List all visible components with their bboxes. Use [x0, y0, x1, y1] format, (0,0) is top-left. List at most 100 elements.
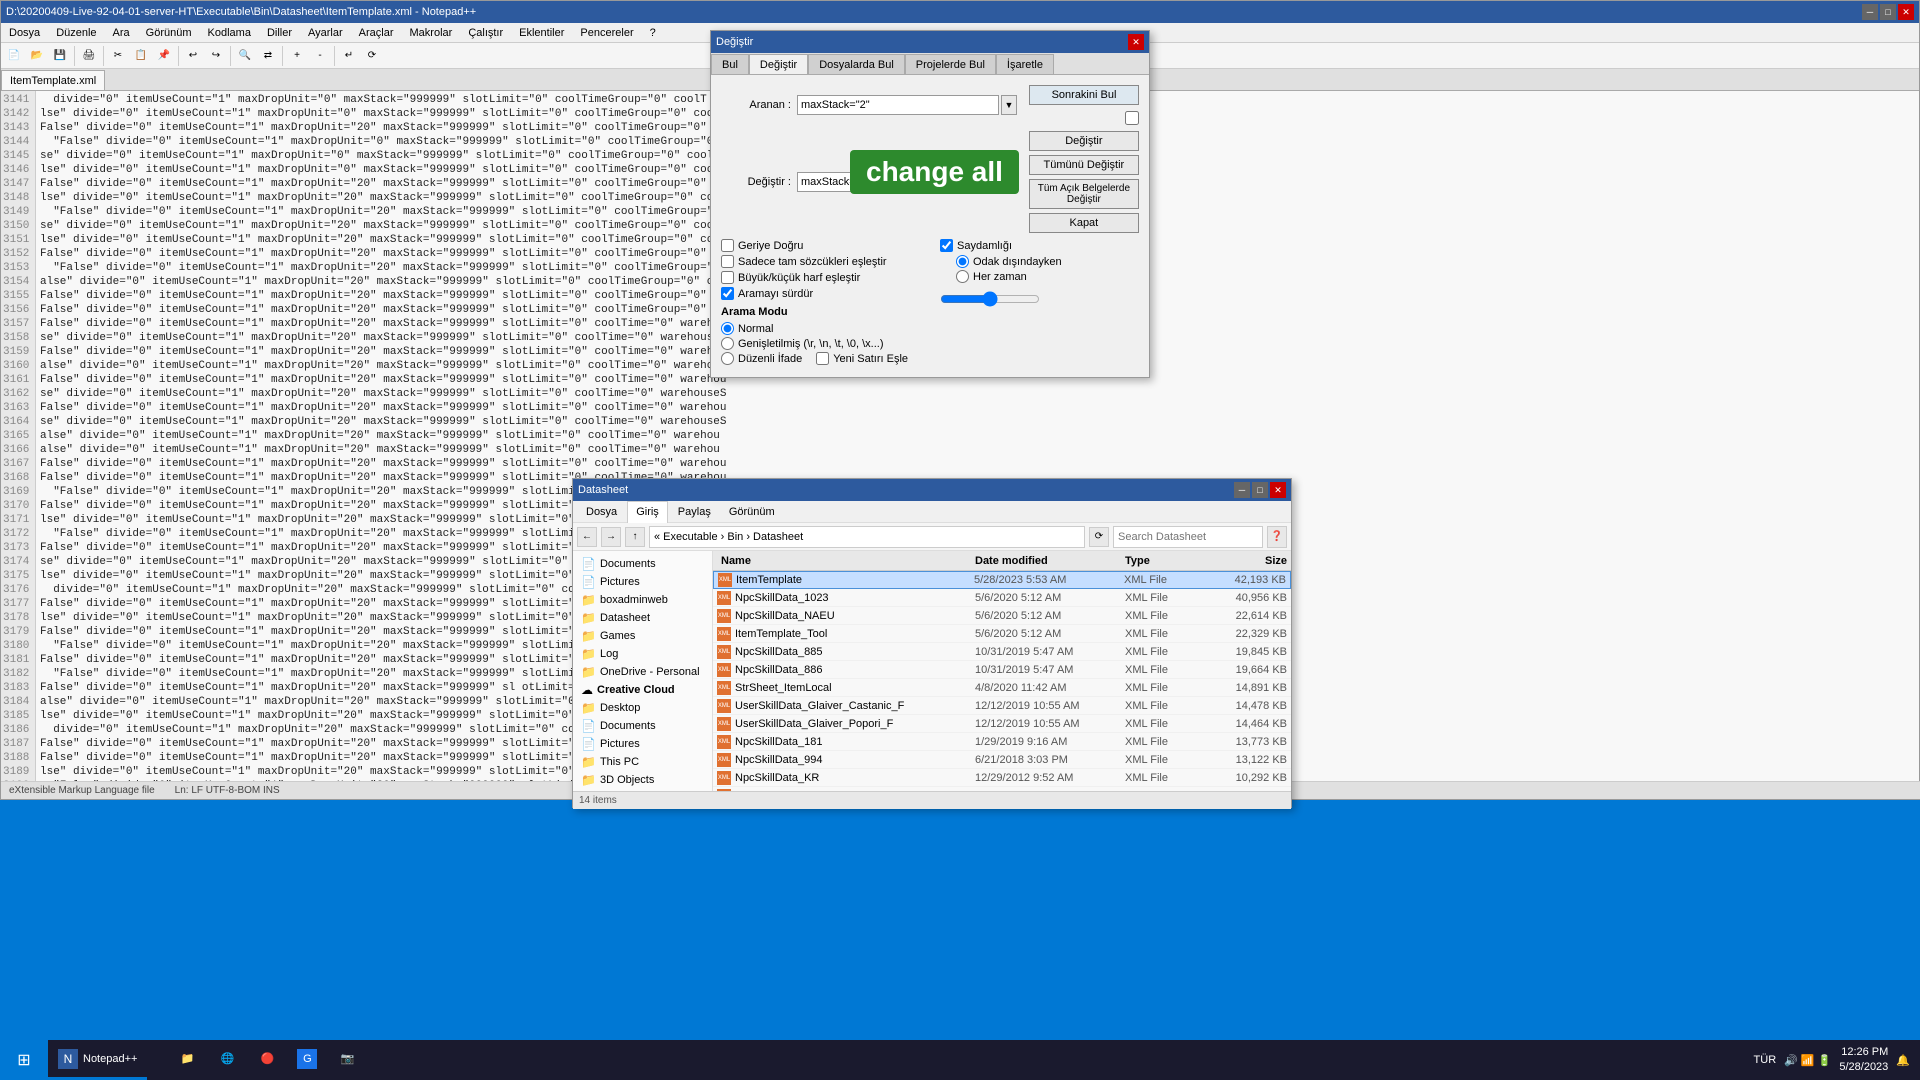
minimize-button[interactable]: ─: [1862, 4, 1878, 20]
checkbox-transparency[interactable]: [940, 239, 953, 252]
start-button[interactable]: ⊞: [0, 1040, 48, 1080]
fe-ribbon-giris[interactable]: Giriş: [627, 501, 668, 523]
menu-ara[interactable]: Ara: [105, 23, 138, 43]
menu-calistir[interactable]: Çalıştır: [460, 23, 511, 43]
fe-file-row[interactable]: XML NpcSkillData_885 10/31/2019 5:47 AM …: [713, 643, 1291, 661]
fe-file-row[interactable]: XML ItemTemplate_Tool 5/6/2020 5:12 AM X…: [713, 625, 1291, 643]
menu-dosya[interactable]: Dosya: [1, 23, 48, 43]
fe-file-row[interactable]: XML ItemTemplate 5/28/2023 5:53 AM XML F…: [713, 571, 1291, 589]
fe-ribbon-paylas[interactable]: Paylaş: [670, 501, 719, 523]
fe-sidebar-item[interactable]: 📁 3D Objects: [573, 771, 712, 789]
taskbar-item-fe[interactable]: 📁: [167, 1040, 207, 1080]
checkbox-case[interactable]: [721, 271, 734, 284]
fe-file-row[interactable]: XML NpcSkillData_643 5/24/2019 10:10 AM …: [713, 787, 1291, 791]
dialog-tab-bul[interactable]: Bul: [711, 54, 749, 74]
toolbar-cut[interactable]: ✂: [107, 45, 129, 67]
replace-all-open-button[interactable]: Tüm Açık Belgelerde Değiştir: [1029, 179, 1139, 209]
toolbar-open[interactable]: 📂: [26, 45, 48, 67]
search-input[interactable]: [797, 95, 999, 115]
toolbar-new[interactable]: 📄: [3, 45, 25, 67]
dialog-close-btn[interactable]: ✕: [1128, 34, 1144, 50]
toolbar-save[interactable]: 💾: [49, 45, 71, 67]
toolbar-find[interactable]: 🔍: [234, 45, 256, 67]
fe-file-row[interactable]: XML UserSkillData_Glaiver_Popori_F 12/12…: [713, 715, 1291, 733]
checkbox-whole-word[interactable]: [721, 255, 734, 268]
close-button[interactable]: ✕: [1898, 4, 1914, 20]
fe-file-row[interactable]: XML NpcSkillData_KR 12/29/2012 9:52 AM X…: [713, 769, 1291, 787]
toolbar-sync[interactable]: ⟳: [361, 45, 383, 67]
radio-normal-input[interactable]: [721, 322, 734, 335]
toolbar-wrap[interactable]: ↵: [338, 45, 360, 67]
fe-forward-btn[interactable]: →: [601, 527, 621, 547]
toolbar-undo[interactable]: ↩: [182, 45, 204, 67]
close-dialog-button[interactable]: Kapat: [1029, 213, 1139, 233]
toolbar-zoom-out[interactable]: -: [309, 45, 331, 67]
dialog-tab-isaretler[interactable]: İşaretle: [996, 54, 1054, 74]
fe-refresh-btn[interactable]: ⟳: [1089, 527, 1109, 547]
fe-sidebar-item[interactable]: 📄 Pictures: [573, 573, 712, 591]
notepad-tab-itemtemplate[interactable]: ItemTemplate.xml: [1, 70, 105, 90]
taskbar-item-app2[interactable]: G: [287, 1040, 327, 1080]
maximize-button[interactable]: □: [1880, 4, 1896, 20]
search-dropdown-btn[interactable]: ▼: [1001, 95, 1017, 115]
fe-file-row[interactable]: XML NpcSkillData_181 1/29/2019 9:16 AM X…: [713, 733, 1291, 751]
replace-dropdown-btn[interactable]: ▼: [1001, 172, 1017, 192]
fe-sidebar-item[interactable]: 📁 OneDrive - Personal: [573, 663, 712, 681]
transparency-range-input[interactable]: [940, 291, 1040, 307]
fe-col-date-header[interactable]: Date modified: [971, 555, 1121, 567]
fe-ribbon-gorunum[interactable]: Görünüm: [721, 501, 783, 523]
dialog-tab-dosyalarda[interactable]: Dosyalarda Bul: [808, 54, 905, 74]
fe-sidebar-item[interactable]: 📁 Log: [573, 645, 712, 663]
dialog-tab-projelerde[interactable]: Projelerde Bul: [905, 54, 996, 74]
radio-focus-out-input[interactable]: [956, 255, 969, 268]
fe-maximize-btn[interactable]: □: [1252, 482, 1268, 498]
taskbar-item-notepad[interactable]: N Notepad++: [48, 1040, 147, 1080]
fe-file-row[interactable]: XML NpcSkillData_1023 5/6/2020 5:12 AM X…: [713, 589, 1291, 607]
find-next-button[interactable]: Sonrakini Bul: [1029, 85, 1139, 105]
fe-sidebar-item[interactable]: 📄 Documents: [573, 555, 712, 573]
fe-search-btn[interactable]: ❓: [1267, 526, 1287, 548]
fe-sidebar-item[interactable]: 📁 Games: [573, 627, 712, 645]
menu-ayarlar[interactable]: Ayarlar: [300, 23, 351, 43]
fe-file-row[interactable]: XML NpcSkillData_NAEU 5/6/2020 5:12 AM X…: [713, 607, 1291, 625]
replace-button[interactable]: Değiştir: [1029, 131, 1139, 151]
fe-sidebar-item[interactable]: 📁 Desktop: [573, 699, 712, 717]
menu-kodlama[interactable]: Kodlama: [200, 23, 259, 43]
radio-regex-input[interactable]: [721, 352, 734, 365]
notification-btn[interactable]: 🔔: [1896, 1054, 1910, 1067]
taskbar-clock[interactable]: 12:26 PM 5/28/2023: [1839, 1045, 1888, 1076]
replace-all-button[interactable]: Tümünü Değiştir: [1029, 155, 1139, 175]
taskbar-item-app3[interactable]: 📷: [327, 1040, 367, 1080]
menu-araclar[interactable]: Araçlar: [351, 23, 402, 43]
menu-eklentiler[interactable]: Eklentiler: [511, 23, 572, 43]
fe-sidebar-item[interactable]: 📁 This PC: [573, 753, 712, 771]
menu-duzenle[interactable]: Düzenle: [48, 23, 104, 43]
checkbox-backward[interactable]: [721, 239, 734, 252]
fe-search-input[interactable]: [1113, 526, 1263, 548]
radio-extended-input[interactable]: [721, 337, 734, 350]
fe-file-row[interactable]: XML UserSkillData_Glaiver_Castanic_F 12/…: [713, 697, 1291, 715]
fe-sidebar-item[interactable]: ☁ Creative Cloud: [573, 681, 712, 699]
toolbar-zoom-in[interactable]: +: [286, 45, 308, 67]
menu-gorunum[interactable]: Görünüm: [138, 23, 200, 43]
menu-help[interactable]: ?: [642, 23, 664, 43]
radio-always-input[interactable]: [956, 270, 969, 283]
fe-col-size-header[interactable]: Size: [1211, 555, 1291, 567]
menu-pencereler[interactable]: Pencereler: [572, 23, 641, 43]
toolbar-replace[interactable]: ⇄: [257, 45, 279, 67]
toolbar-redo[interactable]: ↪: [205, 45, 227, 67]
fe-sidebar-item[interactable]: 📁 boxadminweb: [573, 591, 712, 609]
fe-minimize-btn[interactable]: ─: [1234, 482, 1250, 498]
fe-sidebar-item[interactable]: 📄 Documents: [573, 717, 712, 735]
dialog-tab-degistir[interactable]: Değiştir: [749, 54, 808, 74]
fe-file-row[interactable]: XML StrSheet_ItemLocal 4/8/2020 11:42 AM…: [713, 679, 1291, 697]
toolbar-paste[interactable]: 📌: [153, 45, 175, 67]
fe-sidebar-item[interactable]: 📄 Pictures: [573, 735, 712, 753]
fe-col-type-header[interactable]: Type: [1121, 555, 1211, 567]
fe-file-row[interactable]: XML NpcSkillData_886 10/31/2019 5:47 AM …: [713, 661, 1291, 679]
fe-col-name-header[interactable]: Name: [713, 555, 971, 567]
toolbar-print[interactable]: 🖨: [78, 45, 100, 67]
toolbar-copy[interactable]: 📋: [130, 45, 152, 67]
fe-close-btn[interactable]: ✕: [1270, 482, 1286, 498]
checkbox-newline[interactable]: [816, 352, 829, 365]
